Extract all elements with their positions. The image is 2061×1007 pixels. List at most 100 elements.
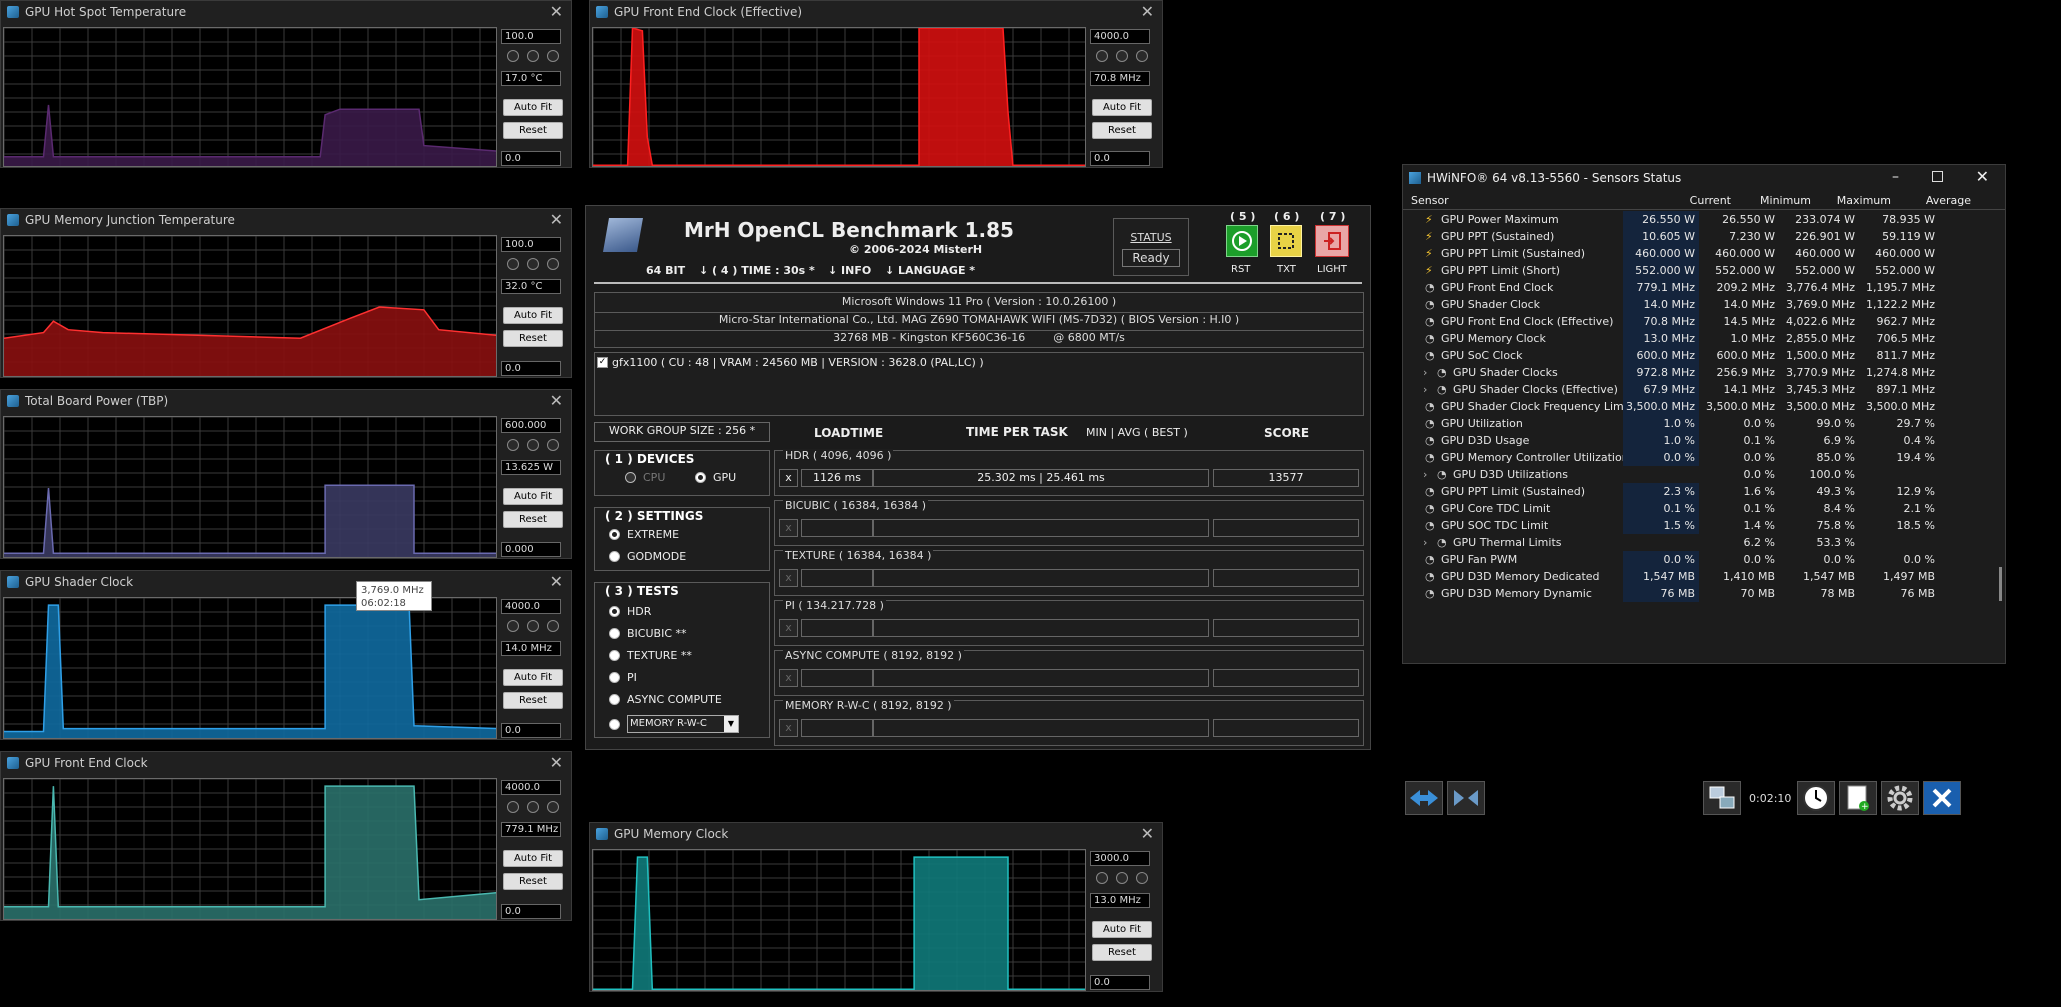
sensor-row[interactable]: › ◔ GPU Shader Clocks (Effective) 67.9 M… — [1403, 381, 1993, 398]
graph-max-value[interactable]: 4000.0 — [1090, 29, 1150, 44]
sensor-row[interactable]: ◔ GPU Front End Clock 779.1 MHz 209.2 MH… — [1403, 279, 1993, 296]
nav-back-button[interactable] — [1405, 781, 1443, 815]
graph-plot[interactable] — [3, 778, 497, 920]
auto-fit-button[interactable]: Auto Fit — [1092, 99, 1152, 116]
test-pi-option[interactable]: PI — [609, 671, 637, 684]
graph-plot[interactable] — [3, 416, 497, 558]
sensor-row[interactable]: ◔ GPU Core TDC Limit 0.1 % 0.1 % 8.4 % 2… — [1403, 500, 1993, 517]
extreme-option[interactable]: EXTREME — [609, 528, 679, 541]
sensor-row[interactable]: ◔ GPU SoC Clock 600.0 MHz 600.0 MHz 1,50… — [1403, 347, 1993, 364]
graph-plot[interactable] — [3, 27, 497, 167]
auto-fit-button[interactable]: Auto Fit — [503, 488, 563, 505]
option-radio-3[interactable] — [547, 258, 559, 270]
close-icon[interactable]: ✕ — [550, 210, 563, 229]
close-icon[interactable]: ✕ — [550, 2, 563, 21]
report-button[interactable]: + — [1839, 781, 1877, 815]
option-radio-2[interactable] — [527, 801, 539, 813]
option-radio-2[interactable] — [527, 620, 539, 632]
auto-fit-button[interactable]: Auto Fit — [503, 669, 563, 686]
test-memory-radio[interactable] — [609, 718, 620, 730]
test-bicubic-radio[interactable] — [609, 628, 620, 639]
graph-max-value[interactable]: 100.0 — [501, 29, 561, 44]
result-clear-button[interactable]: x — [779, 519, 798, 537]
sensor-row[interactable]: ◔ GPU D3D Memory Dynamic 76 MB 70 MB 78 … — [1403, 585, 1993, 602]
txt-button[interactable] — [1270, 225, 1302, 257]
network-button[interactable] — [1703, 781, 1741, 815]
result-clear-button[interactable]: x — [779, 619, 798, 637]
option-radio-2[interactable] — [1116, 872, 1128, 884]
test-hdr-option[interactable]: HDR — [609, 605, 651, 618]
option-radio-1[interactable] — [507, 620, 519, 632]
expand-chevron-icon[interactable]: › — [1423, 364, 1427, 381]
option-radio-1[interactable] — [1096, 872, 1108, 884]
option-radio-2[interactable] — [527, 439, 539, 451]
sensor-row[interactable]: ◔ GPU Fan PWM 0.0 % 0.0 % 0.0 % 0.0 % — [1403, 551, 1993, 568]
cpu-radio[interactable] — [625, 472, 636, 483]
godmode-radio[interactable] — [609, 551, 620, 562]
test-memory-option[interactable]: MEMORY R-W-C ▼ — [609, 715, 739, 733]
gpu-device-checkbox[interactable]: ✓ — [597, 357, 608, 368]
scrollbar-thumb[interactable] — [1999, 567, 2002, 601]
sensor-row[interactable]: › ◔ GPU Thermal Limits 6.2 % 53.3 % — [1403, 534, 1993, 551]
auto-fit-button[interactable]: Auto Fit — [503, 307, 563, 324]
option-radio-2[interactable] — [527, 50, 539, 62]
test-async-radio[interactable] — [609, 694, 620, 705]
sensor-row[interactable]: ⚡ GPU Power Maximum 26.550 W 26.550 W 23… — [1403, 211, 1993, 228]
result-clear-button[interactable]: x — [779, 669, 798, 687]
reset-button[interactable]: Reset — [503, 692, 563, 709]
col-minimum[interactable]: Minimum — [1735, 194, 1811, 207]
cpu-option[interactable]: CPU — [625, 471, 665, 484]
option-radio-3[interactable] — [1136, 50, 1148, 62]
option-radio-1[interactable] — [507, 258, 519, 270]
col-current[interactable]: Current — [1655, 194, 1731, 207]
nav-collapse-button[interactable] — [1447, 781, 1485, 815]
sensor-row[interactable]: ◔ GPU Shader Clock Frequency Limit 3,500… — [1403, 398, 1993, 415]
close-icon[interactable]: ✕ — [550, 391, 563, 410]
option-radio-1[interactable] — [507, 50, 519, 62]
close-icon[interactable]: ✕ — [550, 572, 563, 591]
option-radio-3[interactable] — [547, 439, 559, 451]
work-group-size[interactable]: WORK GROUP SIZE : 256 * — [594, 422, 770, 442]
col-maximum[interactable]: Maximum — [1815, 194, 1891, 207]
reset-button[interactable]: Reset — [1092, 122, 1152, 139]
auto-fit-button[interactable]: Auto Fit — [1092, 921, 1152, 938]
test-pi-radio[interactable] — [609, 672, 620, 683]
graph-plot[interactable] — [592, 849, 1086, 991]
graph-plot[interactable] — [3, 235, 497, 377]
option-radio-2[interactable] — [1116, 50, 1128, 62]
graph-plot[interactable] — [592, 27, 1086, 167]
test-texture-radio[interactable] — [609, 650, 620, 661]
graph-max-value[interactable]: 100.0 — [501, 237, 561, 252]
test-async-option[interactable]: ASYNC COMPUTE — [609, 693, 722, 706]
reset-button[interactable]: Reset — [1092, 944, 1152, 961]
light-button[interactable] — [1315, 225, 1349, 257]
info-menu[interactable]: ↓ INFO — [828, 264, 871, 277]
gpu-option[interactable]: GPU — [695, 471, 736, 484]
godmode-option[interactable]: GODMODE — [609, 550, 686, 563]
reset-button[interactable]: Reset — [503, 122, 563, 139]
result-clear-button[interactable]: x — [779, 719, 798, 737]
result-clear-button[interactable]: x — [779, 469, 798, 487]
sensor-row[interactable]: › ◔ GPU D3D Utilizations 0.0 % 100.0 % — [1403, 466, 1993, 483]
sensor-row[interactable]: ◔ GPU Utilization 1.0 % 0.0 % 99.0 % 29.… — [1403, 415, 1993, 432]
graph-max-value[interactable]: 4000.0 — [501, 780, 561, 795]
extreme-radio[interactable] — [609, 529, 620, 540]
test-hdr-radio[interactable] — [609, 606, 620, 617]
result-clear-button[interactable]: x — [779, 569, 798, 587]
option-radio-1[interactable] — [1096, 50, 1108, 62]
gpu-device-item[interactable]: ✓ gfx1100 ( CU : 48 | VRAM : 24560 MB | … — [597, 356, 984, 369]
close-icon[interactable]: ✕ — [1141, 824, 1154, 843]
test-texture-option[interactable]: TEXTURE ** — [609, 649, 692, 662]
clock-button[interactable] — [1797, 781, 1835, 815]
graph-plot[interactable] — [3, 597, 497, 739]
sensor-row[interactable]: ⚡ GPU PPT Limit (Sustained) 460.000 W 46… — [1403, 245, 1993, 262]
minimize-icon[interactable]: – — [1892, 169, 1899, 185]
sensor-row[interactable]: ⚡ GPU PPT Limit (Short) 552.000 W 552.00… — [1403, 262, 1993, 279]
option-radio-1[interactable] — [507, 801, 519, 813]
sensor-row[interactable]: ◔ GPU Memory Clock 13.0 MHz 1.0 MHz 2,85… — [1403, 330, 1993, 347]
graph-max-value[interactable]: 4000.0 — [501, 599, 561, 614]
sensor-row[interactable]: ◔ GPU D3D Memory Dedicated 1,547 MB 1,41… — [1403, 568, 1993, 585]
sensor-row[interactable]: › ◔ GPU Shader Clocks 972.8 MHz 256.9 MH… — [1403, 364, 1993, 381]
language-menu[interactable]: ↓ LANGUAGE * — [885, 264, 975, 277]
expand-chevron-icon[interactable]: › — [1423, 466, 1427, 483]
